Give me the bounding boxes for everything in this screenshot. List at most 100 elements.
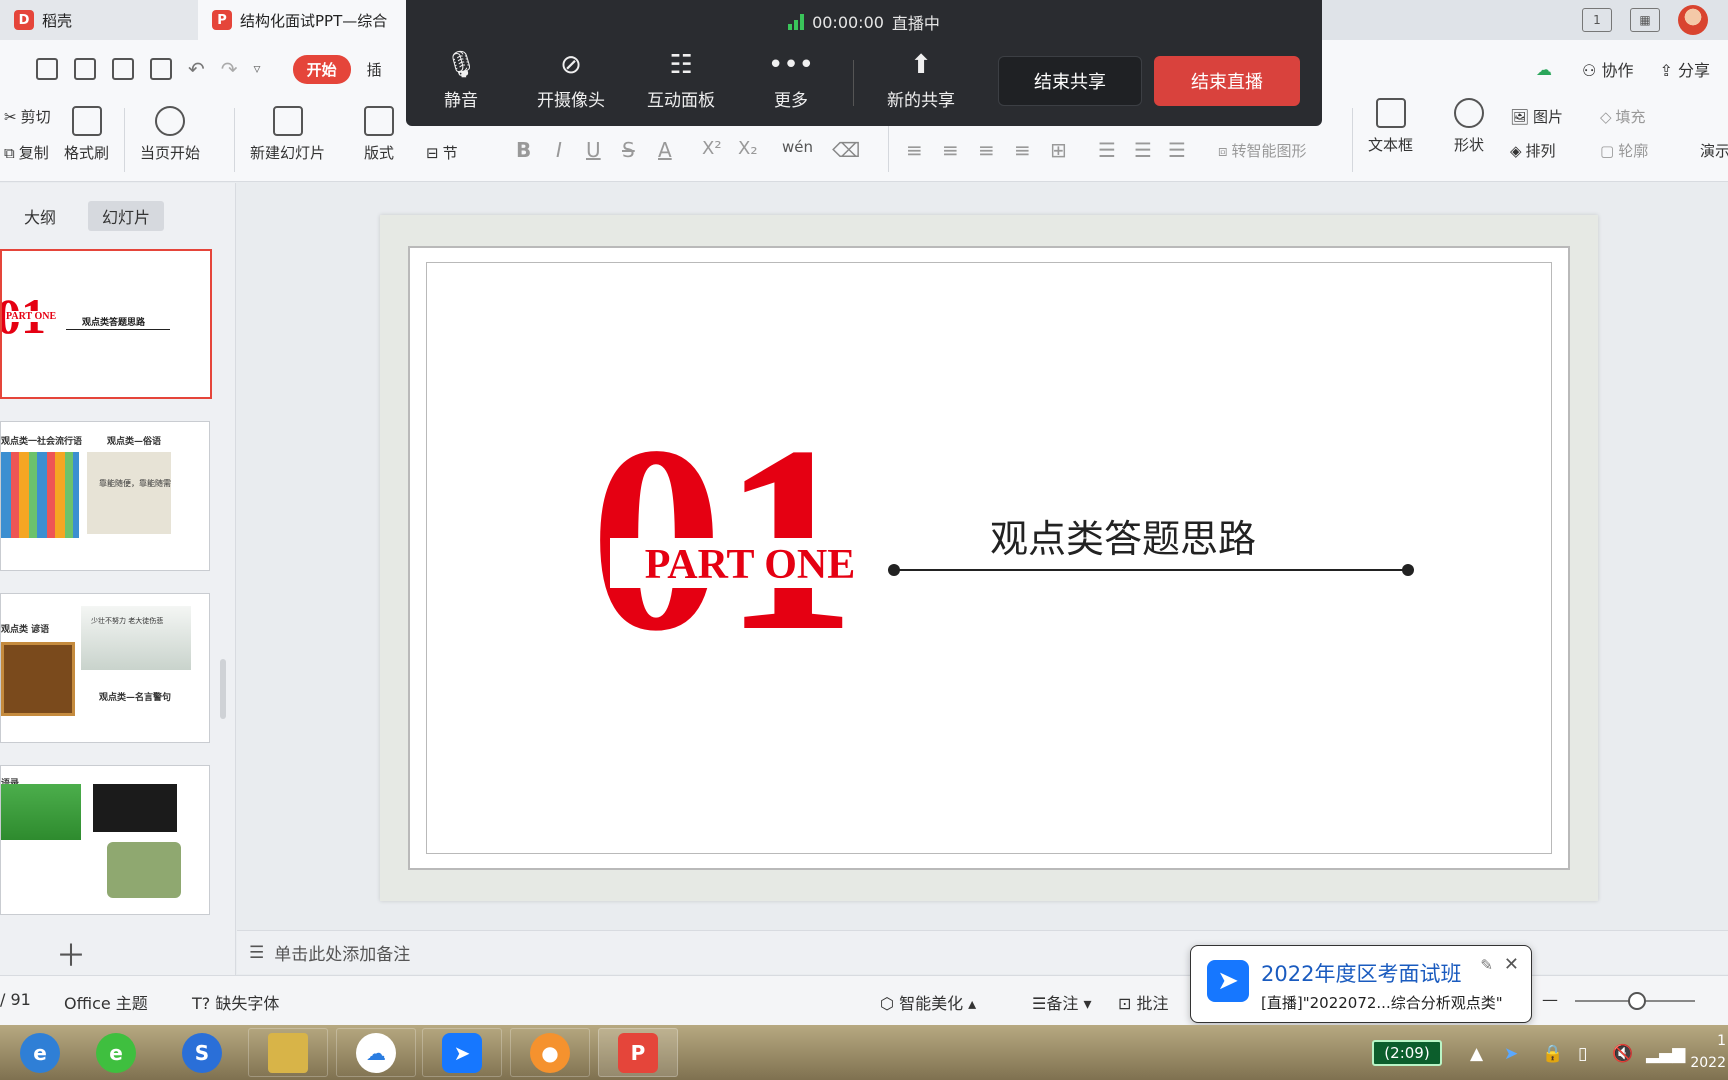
phonetic-button[interactable]: wén [782,138,813,156]
tab-label: 结构化面试PPT—综合 [240,11,388,30]
browser-app[interactable]: e [76,1028,156,1077]
layout-button[interactable]: 版式 [364,106,394,163]
align-center-icon[interactable]: ≡ [942,138,959,162]
fill-button[interactable]: ◇ 填充 [1600,106,1646,127]
bold-button[interactable]: B [516,138,531,162]
tab-docer[interactable]: D 稻壳 [0,0,198,40]
baidu-netdisk-app[interactable]: ☁ [336,1028,416,1077]
end-live-button[interactable]: 结束直播 [1154,56,1300,106]
dingtalk-app[interactable]: ➤ [422,1028,502,1077]
slide-thumbnail-1[interactable]: 01 PART ONE 观点类答题思路 [0,249,212,399]
tab-ppt-document[interactable]: P 结构化面试PPT—综合 [198,0,418,40]
current-slide[interactable] [408,246,1570,870]
collab-button[interactable]: ⚇ 协作 [1582,57,1633,81]
play-from-current-button[interactable]: 当页开始 [140,106,200,163]
pin-icon[interactable]: ✎ [1480,956,1493,974]
present-button[interactable]: 演示 [1700,140,1728,161]
cloud-sync-icon[interactable]: ☁ [1536,60,1556,79]
share-button[interactable]: ⇪ 分享 [1659,57,1710,81]
explorer-app[interactable] [248,1028,328,1077]
volume-muted-icon[interactable]: 🔇 [1612,1044,1633,1064]
spacing-icon[interactable]: ☰ [1168,138,1186,162]
undo-icon[interactable]: ↶ [188,57,205,81]
print-icon[interactable] [112,58,134,80]
strike-button[interactable]: S [622,138,635,162]
battery-icon[interactable]: ▯ [1578,1044,1587,1064]
line-spacing-icon[interactable]: ☰ [1098,138,1116,162]
align-right-icon[interactable]: ≡ [978,138,995,162]
notification-toast[interactable]: ➤ 2022年度区考面试班 [直播]"2022072...综合分析观点类" ✎ … [1190,945,1532,1023]
distribute-icon[interactable]: ⊞ [1050,138,1067,162]
tray-expand-icon[interactable]: ▲ [1470,1044,1483,1064]
redo-icon[interactable]: ↷ [221,57,238,81]
customize-icon[interactable]: ▿ [254,61,261,77]
network-icon[interactable]: ▂▄▆ [1646,1044,1685,1064]
avatar[interactable] [1678,5,1708,35]
tab-slides[interactable]: 幻灯片 [88,201,165,231]
recorder-app[interactable]: ● [510,1028,590,1077]
sogou-app[interactable]: S [162,1028,242,1077]
indent-icon[interactable]: ☰ [1134,138,1152,162]
interaction-panel-button[interactable]: ☷ 互动面板 [626,50,736,111]
zoom-out-button[interactable]: — [1542,990,1558,1009]
arrange-button[interactable]: ◈ 排列 [1510,140,1556,161]
slide-thumbnail-4[interactable]: 语录 [0,765,210,915]
camera-button[interactable]: ⊘ 开摄像头 [516,50,626,111]
tab-start[interactable]: 开始 [292,54,351,84]
picture-button[interactable]: 🖼 图片 [1510,106,1563,127]
beautify-button[interactable]: ⬡ 智能美化 ▴ [880,990,976,1014]
slide-thumbnail-3[interactable]: 观点类 谚语 少壮不努力 老大徒伤悲 观点类—名言警句 [0,593,210,743]
justify-icon[interactable]: ≡ [1014,138,1031,162]
slide-title[interactable]: 观点类答题思路 [990,508,1256,563]
tab-insert[interactable]: 插 [367,59,382,80]
copy-button[interactable]: ⧉ 复制 [4,142,49,163]
missing-font-label: 缺失字体 [215,994,280,1013]
ie-app[interactable]: e [0,1028,80,1077]
cut-button[interactable]: ✂ 剪切 [4,106,51,127]
textbox-button[interactable]: 文本框 [1368,98,1413,155]
align-left-icon[interactable]: ≡ [906,138,923,162]
add-slide-icon[interactable]: ＋ [56,931,86,975]
superscript-button[interactable]: X² [702,138,722,159]
new-slide-icon [272,106,303,136]
thumb-title-left: 观点类一社会流行语 [1,437,83,447]
shape-button[interactable]: 形状 [1454,98,1484,155]
close-icon[interactable]: ✕ [1504,954,1519,975]
clear-format-icon[interactable]: ⌫ [832,138,860,162]
smart-shape-button[interactable]: ⧈ 转智能图形 [1218,140,1307,161]
new-slide-button[interactable]: 新建幻灯片 [250,106,325,163]
dingtalk-taskbar-icon: ➤ [442,1032,482,1073]
dingtalk-tray-icon[interactable]: ➤ [1504,1044,1518,1064]
zoom-slider-handle[interactable] [1628,992,1646,1010]
notes-toggle[interactable]: ☰备注 ▾ [1032,990,1091,1014]
end-share-button[interactable]: 结束共享 [998,56,1142,106]
theme-name[interactable]: Office 主题 [64,990,148,1014]
new-share-button[interactable]: ⬆ 新的共享 [866,50,976,111]
comments-toggle[interactable]: ⊡ 批注 [1118,990,1169,1014]
font-color-button[interactable]: A [658,138,672,162]
missing-font-button[interactable]: T? 缺失字体 [192,990,279,1014]
grid-view-icon[interactable]: ▦ [1630,8,1660,32]
subscript-button[interactable]: X₂ [738,138,758,159]
italic-button[interactable]: I [556,138,562,162]
lock-icon[interactable]: 🔒 [1542,1044,1563,1064]
save-icon[interactable] [36,58,58,80]
system-clock[interactable]: 1 2022 [1690,1030,1726,1074]
mute-button[interactable]: 🎙︎ 静音 [406,50,516,111]
outline-button[interactable]: ▢ 轮廓 [1600,140,1648,161]
tab-outline[interactable]: 大纲 [10,201,70,231]
format-painter-button[interactable]: 格式刷 [64,106,109,163]
export-pdf-icon[interactable] [74,58,96,80]
more-button[interactable]: ••• 更多 [736,50,846,111]
recorder-icon: ● [530,1032,570,1073]
section-button[interactable]: ⊟ 节 [426,142,458,163]
scissors-icon: ✂ [4,107,17,126]
slide-thumbnail-2[interactable]: 观点类一社会流行语 观点类—俗语 靠能随便，靠能随需 [0,421,210,571]
underline-button[interactable]: U [586,138,601,162]
page-view-icon[interactable]: 1 [1582,8,1612,32]
sogou-icon: S [182,1032,222,1073]
panel-scrollbar[interactable] [220,659,226,719]
missing-font-icon: T? [192,994,211,1013]
wps-ppt-app[interactable]: P [598,1028,678,1077]
print-preview-icon[interactable] [150,58,172,80]
